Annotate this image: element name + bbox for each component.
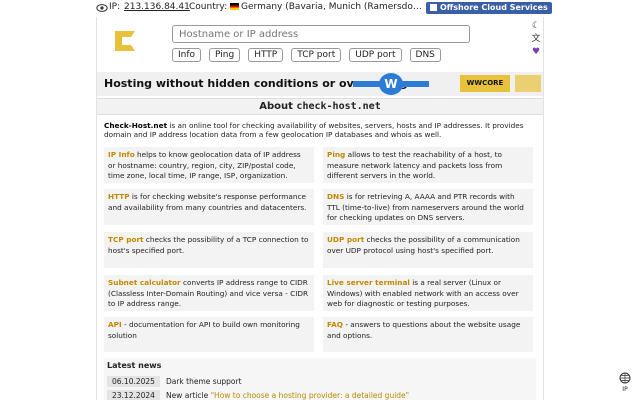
heart-icon[interactable]: ♥ xyxy=(531,47,541,57)
faq-link[interactable]: FAQ xyxy=(327,320,343,329)
about-heading: About check-host.net xyxy=(97,98,543,115)
offshore-cloud-services-link[interactable]: Offshore Cloud Services xyxy=(426,2,552,14)
info-button[interactable]: Info xyxy=(172,48,202,62)
eye-icon[interactable] xyxy=(96,2,108,14)
news-item: 23.12.2024 New article "How to choose a h… xyxy=(107,390,409,400)
ip-address-link[interactable]: 213.136.84.41 xyxy=(124,2,190,12)
api-link[interactable]: API xyxy=(108,320,122,329)
card-text: is for checking website's response perfo… xyxy=(108,192,307,212)
http-button[interactable]: HTTP xyxy=(248,48,284,62)
top-info-bar: IP: 213.136.84.41 Country: Germany (Bava… xyxy=(0,0,640,16)
ip-label: IP: xyxy=(109,2,121,12)
translate-icon[interactable]: 文 xyxy=(531,34,541,44)
globe-icon xyxy=(619,372,631,384)
card-live-server-terminal: Live server terminal is a real server (L… xyxy=(323,275,533,311)
ping-link[interactable]: Ping xyxy=(327,150,345,159)
card-ping: Ping allows to test the reachability of … xyxy=(323,147,533,183)
hostname-search-input[interactable] xyxy=(172,25,470,43)
news-text: Dark theme support xyxy=(165,377,242,386)
ping-button[interactable]: Ping xyxy=(209,48,241,62)
germany-flag-icon xyxy=(230,3,240,10)
card-udp-port: UDP port checks the possibility of a com… xyxy=(323,232,533,268)
card-tcp-port: TCP port checks the possibility of a TCP… xyxy=(104,232,314,268)
card-dns: DNS is for retrieving A, AAAA and PTR re… xyxy=(323,189,533,225)
check-tool-buttons: Info Ping HTTP TCP port UDP port DNS xyxy=(172,48,441,62)
card-subnet-calculator: Subnet calculator converts IP address ra… xyxy=(104,275,314,311)
dns-button[interactable]: DNS xyxy=(409,48,441,62)
ip-info-link[interactable]: IP Info xyxy=(108,150,135,159)
banner-decoration xyxy=(515,75,541,92)
header-icons: ☾ 文 ♥ xyxy=(531,21,543,60)
side-ip-label: IP xyxy=(622,386,628,393)
about-prefix: About xyxy=(259,101,293,112)
news-item: 06.10.2025 Dark theme support xyxy=(107,376,242,387)
side-ip-widget[interactable]: IP xyxy=(618,372,632,394)
country-value: Germany (Bavaria, Munich (Ramersdorf-Per… xyxy=(241,2,425,12)
udp-port-button[interactable]: UDP port xyxy=(349,48,402,62)
header: Info Ping HTTP TCP port UDP port DNS ☾ 文… xyxy=(97,17,543,67)
main-container: Info Ping HTTP TCP port UDP port DNS ☾ 文… xyxy=(96,17,544,400)
offshore-logo-icon xyxy=(430,4,437,11)
news-prefix: New article xyxy=(165,391,211,400)
intro-text: is an online tool for checking availabil… xyxy=(104,121,524,139)
news-article-link[interactable]: "How to choose a hosting provider: a det… xyxy=(211,391,410,400)
card-text: - documentation for API to build own mon… xyxy=(108,320,300,340)
card-text: - answers to questions about the website… xyxy=(327,320,521,340)
card-http: HTTP is for checking website's response … xyxy=(104,189,314,225)
site-logo-icon[interactable] xyxy=(111,27,139,55)
moon-icon[interactable]: ☾ xyxy=(531,21,541,31)
card-text: allows to test the reachability of a hos… xyxy=(327,150,503,180)
tcp-port-link[interactable]: TCP port xyxy=(108,235,144,244)
card-faq: FAQ - answers to questions about the web… xyxy=(323,317,533,352)
offshore-label: Offshore Cloud Services xyxy=(440,3,548,12)
news-date: 23.12.2024 xyxy=(107,390,160,400)
latest-news: Latest news 06.10.2025 Dark theme support… xyxy=(104,358,536,400)
country-label: Country: xyxy=(189,2,228,12)
subnet-calculator-link[interactable]: Subnet calculator xyxy=(108,278,181,287)
live-server-terminal-link[interactable]: Live server terminal xyxy=(327,278,410,287)
banner-wwcore-logo: WWCORE xyxy=(460,75,510,92)
card-api: API - documentation for API to build own… xyxy=(104,317,314,352)
http-link[interactable]: HTTP xyxy=(108,192,130,201)
hosting-ad-banner[interactable]: Hosting without hidden conditions or ove… xyxy=(97,72,543,96)
card-ip-info: IP Info helps to know geolocation data o… xyxy=(104,147,314,183)
dns-link[interactable]: DNS xyxy=(327,192,344,201)
udp-port-link[interactable]: UDP port xyxy=(327,235,364,244)
about-site: check-host.net xyxy=(296,101,381,112)
card-text: helps to know geolocation data of IP add… xyxy=(108,150,301,180)
banner-w-logo-icon: W xyxy=(379,73,403,95)
tcp-port-button[interactable]: TCP port xyxy=(291,48,342,62)
news-date: 06.10.2025 xyxy=(107,376,160,387)
card-text: is for retrieving A, AAAA and PTR record… xyxy=(327,192,524,222)
intro-paragraph: Check-Host.net is an online tool for che… xyxy=(104,121,540,139)
country-info: Country: Germany (Bavaria, Munich (Ramer… xyxy=(189,2,425,12)
intro-brand: Check-Host.net xyxy=(104,121,168,130)
news-title: Latest news xyxy=(107,361,162,370)
